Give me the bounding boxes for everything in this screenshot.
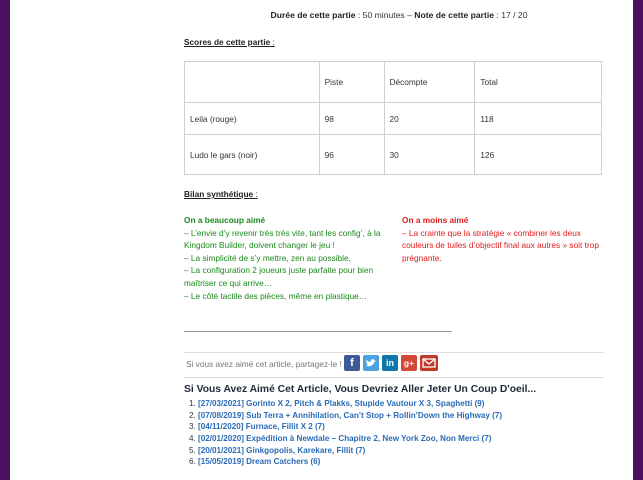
- table-cell: 126: [474, 134, 602, 175]
- list-item: [27/03/2021] Gorinto X 2, Pitch & Plakks…: [198, 398, 614, 410]
- article-page: Durée de cette partie : 50 minutes – Not…: [10, 0, 633, 480]
- share-label: Si vous avez aimé cet article, partagez-…: [186, 359, 342, 369]
- table-row: Leila (rouge) 98 20 118: [184, 102, 602, 135]
- list-item: [15/05/2019] Dream Catchers (6): [198, 456, 614, 468]
- related-link[interactable]: [02/01/2020] Expédition à Newdale – Chap…: [198, 434, 491, 443]
- related-list: [27/03/2021] Gorinto X 2, Pitch & Plakks…: [184, 398, 614, 468]
- duration-label: Durée de cette partie: [270, 10, 356, 20]
- envelope-glyph: [422, 358, 436, 368]
- bilan-title: Bilan synthétique: [184, 189, 254, 199]
- scores-colon: :: [270, 37, 275, 47]
- bilan-heading: Bilan synthétique :: [184, 189, 258, 199]
- google-plus-icon[interactable]: g+: [401, 355, 417, 371]
- note-label: Note de cette partie: [414, 10, 495, 20]
- table-cell: 96: [318, 134, 385, 175]
- related-link[interactable]: [27/03/2021] Gorinto X 2, Pitch & Plakks…: [198, 399, 485, 408]
- disliked-title: On a moins aimé: [402, 215, 469, 225]
- twitter-icon[interactable]: [363, 355, 379, 371]
- bilan-colon: :: [253, 189, 258, 199]
- left-border: [0, 0, 10, 480]
- related-link[interactable]: [20/01/2021] Ginkgopolis, Karekare, Fill…: [198, 446, 365, 455]
- liked-column: On a beaucoup aimé – L’envie d’y revenir…: [184, 214, 394, 302]
- disliked-item: – La crainte que la stratégie « combiner…: [402, 227, 599, 263]
- list-item: [04/11/2020] Furnace, Fillit X 2 (7): [198, 421, 614, 433]
- list-item: [02/01/2020] Expédition à Newdale – Chap…: [198, 433, 614, 445]
- related-link[interactable]: [04/11/2020] Furnace, Fillit X 2 (7): [198, 422, 325, 431]
- table-cell: 30: [383, 134, 476, 175]
- related-link[interactable]: [15/05/2019] Dream Catchers (6): [198, 457, 320, 466]
- liked-title: On a beaucoup aimé: [184, 215, 266, 225]
- table-cell: 118: [474, 102, 602, 135]
- facebook-icon[interactable]: f: [344, 355, 360, 371]
- list-item: [07/08/2019] Sub Terra + Annihilation, C…: [198, 410, 614, 422]
- table-row: Ludo le gars (noir) 96 30 126: [184, 134, 602, 175]
- list-item: [20/01/2021] Ginkgopolis, Karekare, Fill…: [198, 445, 614, 457]
- divider: [184, 331, 452, 332]
- game-meta: Durée de cette partie : 50 minutes – Not…: [184, 10, 614, 20]
- table-header-cell: Décompte: [383, 61, 476, 103]
- scores-table: Piste Décompte Total Leila (rouge) 98 20…: [184, 61, 602, 175]
- liked-item: – La simplicité de s’y mettre, zen au po…: [184, 252, 351, 263]
- email-icon[interactable]: [420, 355, 438, 371]
- liked-item: – Le côté tactile des pièces, même en pl…: [184, 290, 368, 301]
- liked-item: – La configuration 2 joueurs juste parfa…: [184, 265, 374, 288]
- table-cell: 20: [383, 102, 476, 135]
- table-cell: 98: [318, 102, 385, 135]
- table-cell: Ludo le gars (noir): [184, 134, 320, 175]
- table-header-cell: Total: [474, 61, 602, 103]
- disliked-column: On a moins aimé – La crainte que la stra…: [402, 214, 614, 264]
- table-cell: Leila (rouge): [184, 102, 320, 135]
- duration-value: : 50 minutes –: [355, 10, 415, 20]
- right-border: [633, 0, 643, 480]
- liked-item: – L’envie d’y revenir très très vite, ta…: [184, 227, 381, 251]
- linkedin-icon[interactable]: in: [382, 355, 398, 371]
- table-header-cell: Piste: [318, 61, 385, 103]
- scores-heading: Scores de cette partie :: [184, 37, 275, 47]
- share-bar: Si vous avez aimé cet article, partagez-…: [184, 352, 604, 378]
- related-link[interactable]: [07/08/2019] Sub Terra + Annihilation, C…: [198, 411, 502, 420]
- twitter-bird-glyph: [366, 359, 376, 367]
- table-header-cell: [184, 61, 320, 103]
- note-value: : 17 / 20: [494, 10, 528, 20]
- table-header-row: Piste Décompte Total: [184, 61, 602, 103]
- related-heading: Si Vous Avez Aimé Cet Article, Vous Devr…: [184, 384, 537, 395]
- scores-title: Scores de cette partie: [184, 37, 271, 47]
